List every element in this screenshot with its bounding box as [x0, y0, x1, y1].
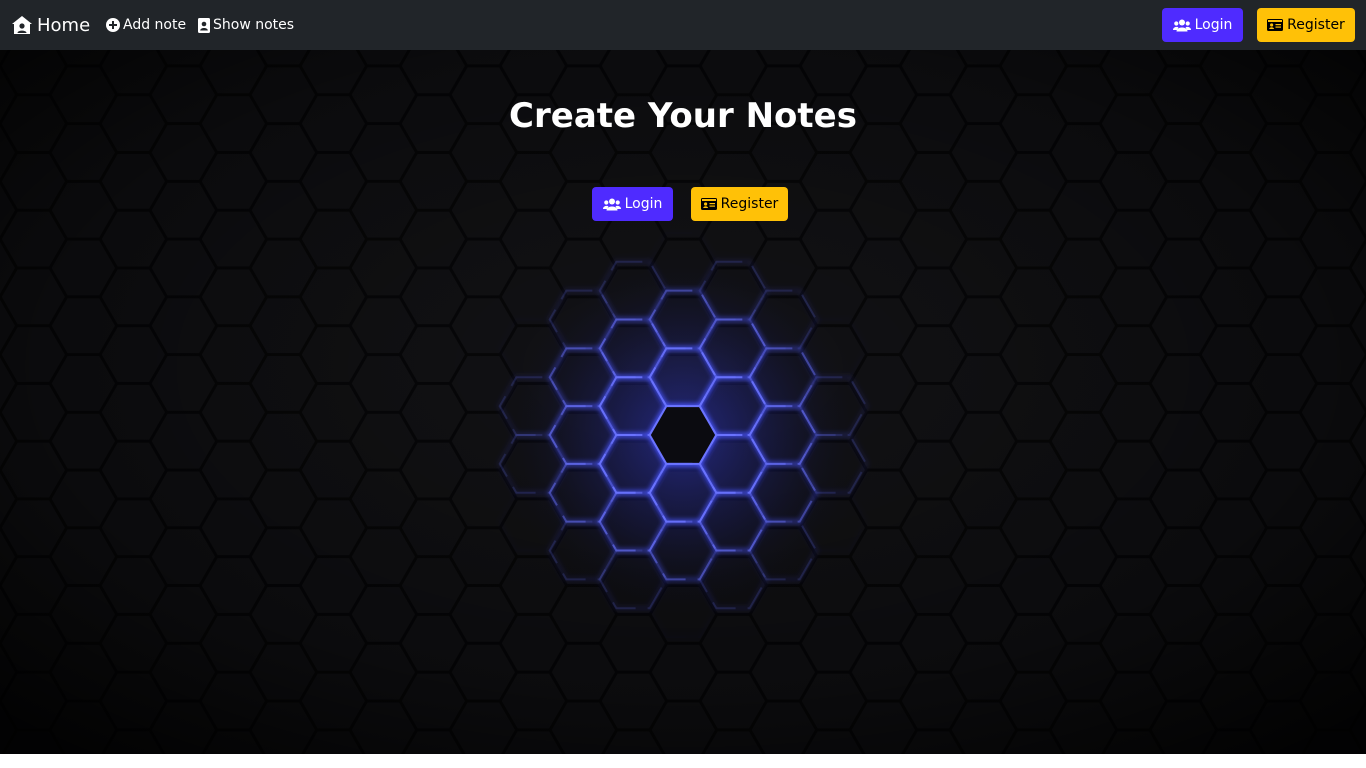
plus-circle-icon [106, 18, 120, 32]
home-link[interactable]: Home [11, 13, 90, 37]
show-notes-link[interactable]: Show notes [198, 15, 294, 35]
users-icon [1172, 19, 1191, 31]
nav-login-label: Login [1194, 17, 1233, 33]
home-link-label: Home [37, 14, 91, 36]
show-notes-label: Show notes [213, 17, 295, 33]
nav-login-button[interactable]: Login [1162, 8, 1243, 42]
nav-register-button[interactable]: Register [1257, 8, 1355, 42]
users-icon [602, 198, 621, 210]
hexagon-background [0, 50, 1366, 754]
hero-login-label: Login [624, 196, 663, 212]
hero-register-button[interactable]: Register [691, 187, 788, 221]
add-note-link[interactable]: Add note [106, 15, 186, 35]
id-card-icon [700, 198, 717, 210]
address-book-icon [198, 17, 210, 33]
hero-section: Create Your Notes Login Register [0, 50, 1366, 754]
id-card-icon [1267, 19, 1284, 31]
hero-login-button[interactable]: Login [592, 187, 673, 221]
hero-register-label: Register [720, 196, 779, 212]
house-user-icon [12, 16, 32, 34]
add-note-label: Add note [123, 17, 187, 33]
top-navbar: Home Add note Show notes Login Register [0, 0, 1366, 50]
hero-title: Create Your Notes [509, 96, 857, 136]
nav-register-label: Register [1287, 17, 1345, 33]
